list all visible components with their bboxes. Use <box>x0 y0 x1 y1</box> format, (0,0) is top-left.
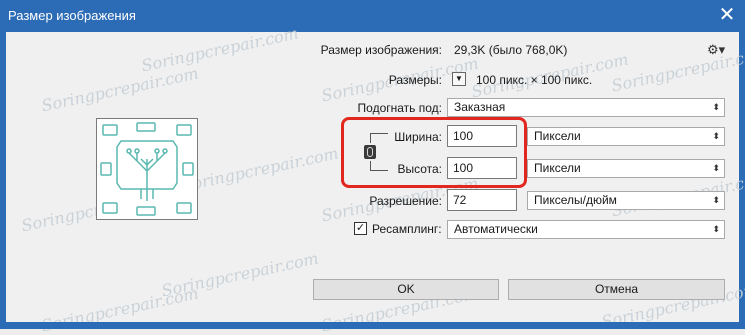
dimensions-dropdown-icon[interactable]: ▼ <box>452 72 466 86</box>
chevron-updown-icon: ⬍ <box>712 163 720 173</box>
image-preview <box>96 118 198 220</box>
circuit-tree-icon <box>100 122 194 216</box>
image-size-value: 29,3K (было 768,0K) <box>454 43 568 57</box>
height-unit-select[interactable]: Пиксели ⬍ <box>527 159 725 178</box>
resolution-unit-select[interactable]: Пикселы/дюйм ⬍ <box>527 191 725 210</box>
dimensions-label: Размеры: <box>388 73 442 87</box>
width-unit-value: Пиксели <box>534 129 581 143</box>
gear-icon[interactable]: ⚙▾ <box>707 42 725 58</box>
height-label: Высота: <box>397 162 442 176</box>
height-unit-value: Пиксели <box>534 161 581 175</box>
height-input[interactable]: 100 <box>447 157 517 179</box>
fit-to-select[interactable]: Заказная ⬍ <box>447 98 725 117</box>
chain-link-icon[interactable] <box>364 145 376 159</box>
chevron-updown-icon: ⬍ <box>712 131 720 141</box>
close-icon[interactable]: ✕ <box>715 4 739 28</box>
chevron-updown-icon: ⬍ <box>712 102 720 112</box>
window-title: Размер изображения <box>8 8 136 23</box>
chevron-updown-icon: ⬍ <box>712 195 720 205</box>
resolution-label: Разрешение: <box>369 194 442 208</box>
resample-checkbox[interactable]: ✓ <box>354 222 367 235</box>
resample-value: Автоматически <box>454 222 538 236</box>
resample-label: Ресамплинг: <box>372 222 442 236</box>
chevron-updown-icon: ⬍ <box>712 224 720 234</box>
title-bar: Размер изображения ✕ <box>0 0 745 32</box>
image-size-label: Размер изображения: <box>320 43 442 57</box>
resample-select[interactable]: Автоматически ⬍ <box>447 220 725 239</box>
ok-button[interactable]: OK <box>313 279 499 300</box>
width-unit-select[interactable]: Пиксели ⬍ <box>527 127 725 146</box>
fit-to-label: Подогнать под: <box>357 101 442 115</box>
link-line-top <box>370 133 371 143</box>
window-border-bottom <box>0 322 745 329</box>
fit-to-value: Заказная <box>454 100 506 114</box>
resolution-input[interactable]: 72 <box>447 189 517 211</box>
width-input[interactable]: 100 <box>447 125 517 147</box>
width-label: Ширина: <box>394 130 442 144</box>
resolution-unit-value: Пикселы/дюйм <box>534 193 617 207</box>
cancel-button[interactable]: Отмена <box>508 279 725 300</box>
dimensions-value: 100 пикс. × 100 пикс. <box>476 73 593 87</box>
